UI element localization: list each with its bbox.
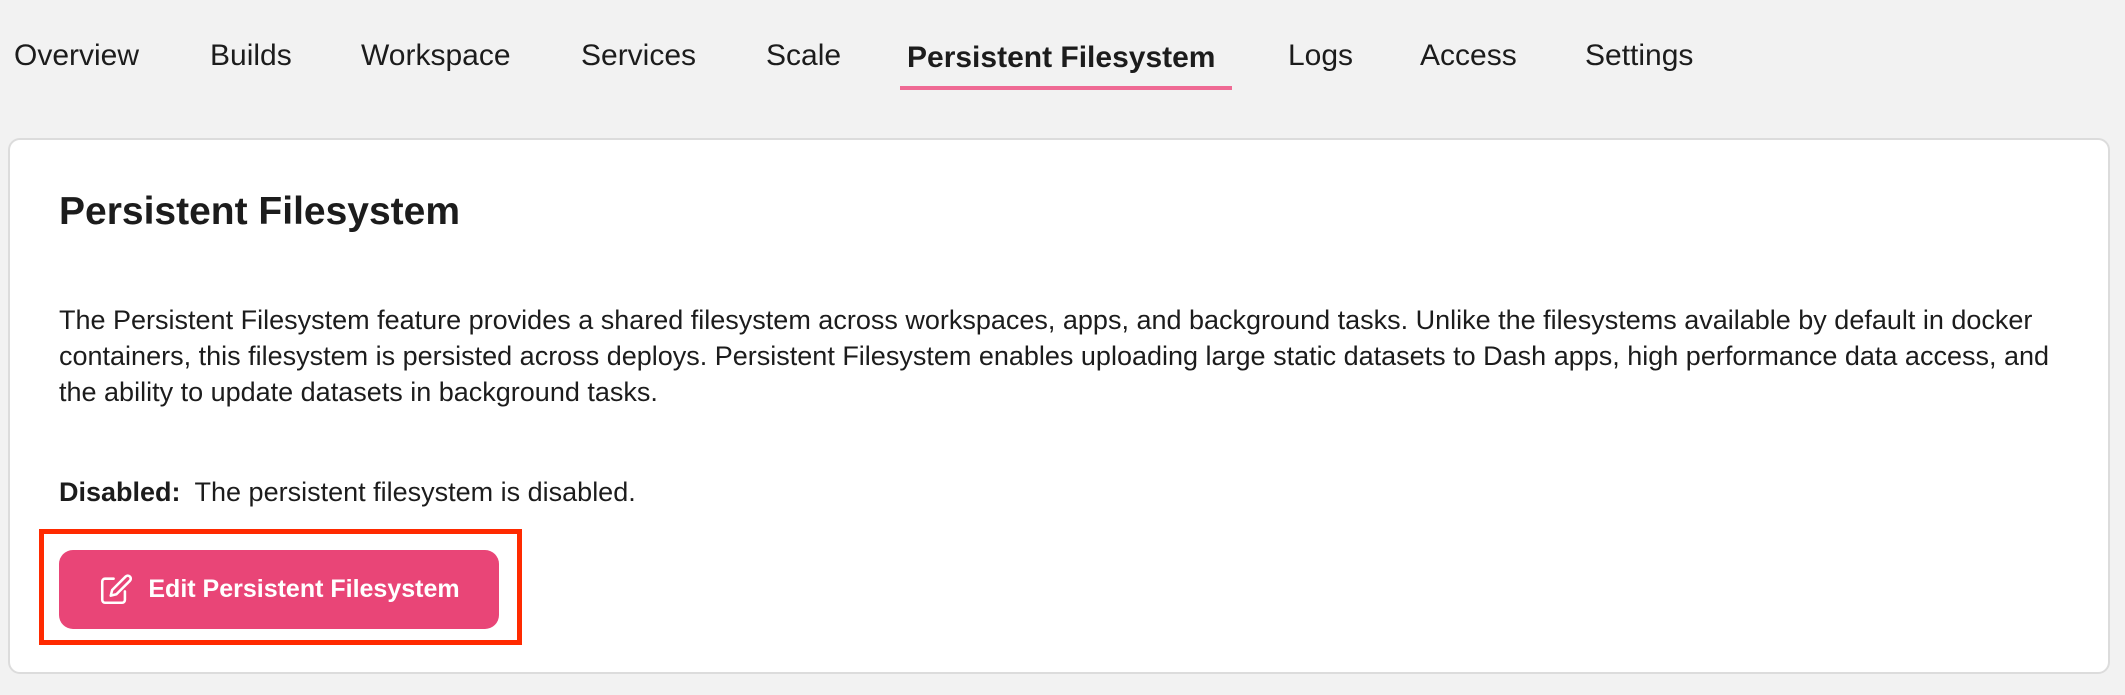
tab-bar: Overview Builds Workspace Services Scale… <box>0 0 2125 95</box>
card-title: Persistent Filesystem <box>59 190 461 233</box>
status-label: Disabled: <box>59 477 181 507</box>
edit-icon <box>98 573 133 607</box>
tab-settings[interactable]: Settings <box>1585 36 1693 76</box>
active-tab-indicator <box>900 86 1232 90</box>
card-description: The Persistent Filesystem feature provid… <box>59 305 2050 407</box>
tab-builds[interactable]: Builds <box>210 36 292 76</box>
status-text: The persistent filesystem is disabled. <box>194 477 636 507</box>
status-row: Disabled: The persistent filesystem is di… <box>59 474 636 510</box>
tab-persistent-filesystem[interactable]: Persistent Filesystem <box>907 38 1215 78</box>
edit-button-label: Edit Persistent Filesystem <box>148 575 460 603</box>
edit-persistent-filesystem-button[interactable]: Edit Persistent Filesystem <box>59 550 499 629</box>
tab-scale[interactable]: Scale <box>766 36 841 76</box>
tab-services[interactable]: Services <box>581 36 696 76</box>
tab-workspace[interactable]: Workspace <box>361 36 511 76</box>
persistent-filesystem-card: Persistent Filesystem The Persistent Fil… <box>8 138 2110 674</box>
tab-logs[interactable]: Logs <box>1288 36 1353 76</box>
tab-access[interactable]: Access <box>1420 36 1517 76</box>
tab-overview[interactable]: Overview <box>14 36 139 76</box>
